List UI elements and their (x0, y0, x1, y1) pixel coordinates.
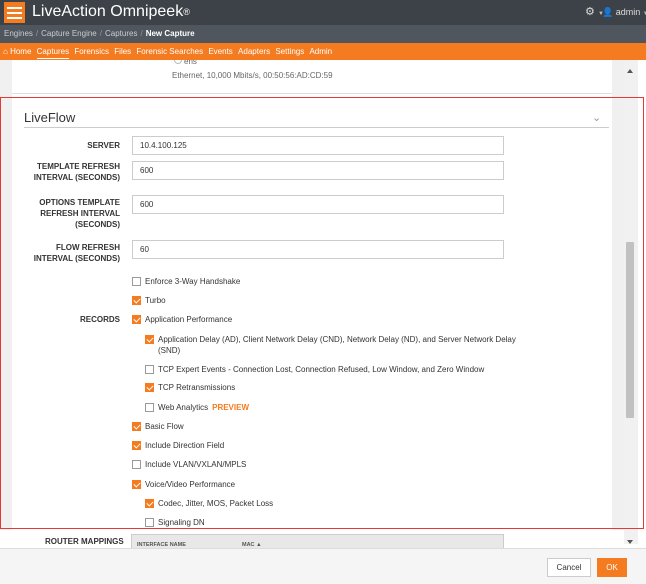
nav-captures[interactable]: Captures (36, 45, 70, 59)
section-title: LiveFlow (24, 110, 76, 125)
checkbox-box[interactable] (132, 480, 141, 489)
checkbox-label: Signaling DN (158, 518, 205, 527)
settings-card (12, 60, 612, 530)
cancel-button[interactable]: Cancel (547, 558, 591, 577)
router-mappings-label: ROUTER MAPPINGS (45, 537, 124, 546)
checkbox-label: Turbo (145, 296, 166, 305)
checkbox-label: Web Analytics PREVIEW (158, 402, 249, 413)
checkbox-box[interactable] (145, 499, 154, 508)
template-refresh-label: TEMPLATE REFRESH INTERVAL (SECONDS) (20, 161, 120, 183)
options-template-label-line1: OPTIONS TEMPLATE (39, 198, 120, 207)
scrollbar-thumb[interactable] (626, 242, 634, 418)
content-area: ens Ethernet, 10,000 Mbits/s, 00:50:56:A… (0, 60, 624, 530)
hamburger-menu-icon[interactable] (4, 2, 25, 23)
breadcrumb-captures[interactable]: Captures (105, 29, 137, 38)
checkbox-box[interactable] (145, 403, 154, 412)
main-nav: ⌂ Home Captures Forensics Files Forensic… (0, 43, 646, 60)
checkbox-label: Application Delay (AD), Client Network D… (158, 334, 516, 356)
ok-button[interactable]: OK (597, 558, 627, 577)
breadcrumb-engines[interactable]: Engines (4, 29, 33, 38)
checkbox-label: Include Direction Field (145, 441, 225, 450)
chevron-down-icon[interactable]: ⌄ (592, 111, 601, 124)
options-template-input[interactable]: 600 (132, 195, 504, 214)
template-refresh-label-line1: TEMPLATE REFRESH (37, 162, 120, 171)
options-template-label: OPTIONS TEMPLATE REFRESH INTERVAL (SECON… (20, 197, 120, 230)
nav-adapters[interactable]: Adapters (238, 43, 270, 60)
breadcrumb-capture-engine[interactable]: Capture Engine (41, 29, 97, 38)
checkbox-box[interactable] (132, 460, 141, 469)
user-name: admin (615, 7, 641, 17)
scroll-down-icon[interactable] (627, 540, 633, 544)
logo-text: LiveAction Omnipeek (32, 3, 184, 20)
nav-home-label: Home (10, 47, 32, 56)
breadcrumb-separator: / (35, 29, 39, 38)
template-refresh-label-line2: INTERVAL (SECONDS) (33, 173, 120, 182)
user-menu[interactable]: 👤 admin ▼ (602, 6, 646, 20)
section-divider (24, 127, 609, 128)
flow-refresh-label-line1: FLOW REFRESH (56, 243, 120, 252)
router-mappings-table: INTERFACE NAME MAC ▲ (131, 534, 504, 548)
checkbox-label: TCP Retransmissions (158, 383, 236, 392)
checkbox-label: Enforce 3-Way Handshake (145, 277, 241, 286)
preview-badge: PREVIEW (212, 403, 250, 412)
nav-files[interactable]: Files (114, 43, 131, 60)
nav-settings[interactable]: Settings (275, 43, 304, 60)
breadcrumb-separator: / (140, 29, 143, 38)
nav-forensics[interactable]: Forensics (74, 43, 109, 60)
checkbox-label: Voice/Video Performance (145, 480, 236, 489)
gear-icon: ⚙ (585, 6, 595, 18)
web-analytics-label: Web Analytics (158, 403, 209, 412)
server-label: SERVER (87, 141, 120, 150)
checkbox-box[interactable] (132, 296, 141, 305)
breadcrumb: Engines / Capture Engine / Captures / New Capt… (0, 25, 646, 43)
template-refresh-input[interactable]: 600 (132, 161, 504, 180)
scroll-up-icon[interactable] (627, 69, 633, 73)
adapter-description: Ethernet, 10,000 Mbits/s, 00:50:56:AD:CD… (172, 71, 333, 80)
checkbox-box[interactable] (132, 422, 141, 431)
app-logo: LiveAction Omnipeek® (32, 2, 190, 22)
top-bar: LiveAction Omnipeek® ⚙ ▼ 👤 admin ▼ (0, 0, 646, 25)
flow-refresh-input[interactable]: 60 (132, 240, 504, 259)
flow-refresh-label-line2: INTERVAL (SECONDS) (33, 254, 120, 263)
breadcrumb-separator: / (99, 29, 102, 38)
checkbox-box[interactable] (145, 383, 154, 392)
records-label: RECORDS (79, 315, 120, 324)
options-template-label-line2: REFRESH INTERVAL (40, 209, 120, 218)
options-template-label-line3: (SECONDS) (75, 220, 120, 229)
checkbox-box[interactable] (132, 315, 141, 324)
checkbox-label-line2: (SND) (158, 346, 181, 355)
user-icon: 👤 (602, 7, 614, 17)
footer-bar: Cancel OK (0, 548, 646, 584)
logo-registered-mark: ® (183, 7, 190, 17)
checkbox-label: TCP Expert Events - Connection Lost, Con… (158, 365, 485, 374)
divider (12, 93, 612, 94)
nav-admin[interactable]: Admin (309, 43, 332, 60)
checkbox-label-line1: Application Delay (AD), Client Network D… (158, 335, 516, 344)
home-icon: ⌂ (3, 47, 8, 56)
nav-forensic-searches[interactable]: Forensic Searches (136, 43, 203, 60)
nav-events[interactable]: Events (208, 43, 232, 60)
checkbox-box[interactable] (132, 277, 141, 286)
server-input[interactable]: 10.4.100.125 (132, 136, 504, 155)
breadcrumb-current: New Capture (145, 29, 195, 38)
nav-home[interactable]: ⌂ Home (3, 43, 31, 60)
adapter-name: ens (184, 60, 197, 66)
flow-refresh-label: FLOW REFRESH INTERVAL (SECONDS) (20, 242, 120, 264)
checkbox-box[interactable] (145, 518, 154, 527)
checkbox-box[interactable] (145, 365, 154, 374)
checkbox-label: Application Performance (145, 315, 233, 324)
vertical-scrollbar[interactable] (624, 60, 638, 544)
checkbox-box[interactable] (145, 335, 154, 344)
checkbox-label: Include VLAN/VXLAN/MPLS (145, 460, 247, 469)
checkbox-label: Codec, Jitter, MOS, Packet Loss (158, 499, 274, 508)
checkbox-label: Basic Flow (145, 422, 184, 431)
checkbox-box[interactable] (132, 441, 141, 450)
